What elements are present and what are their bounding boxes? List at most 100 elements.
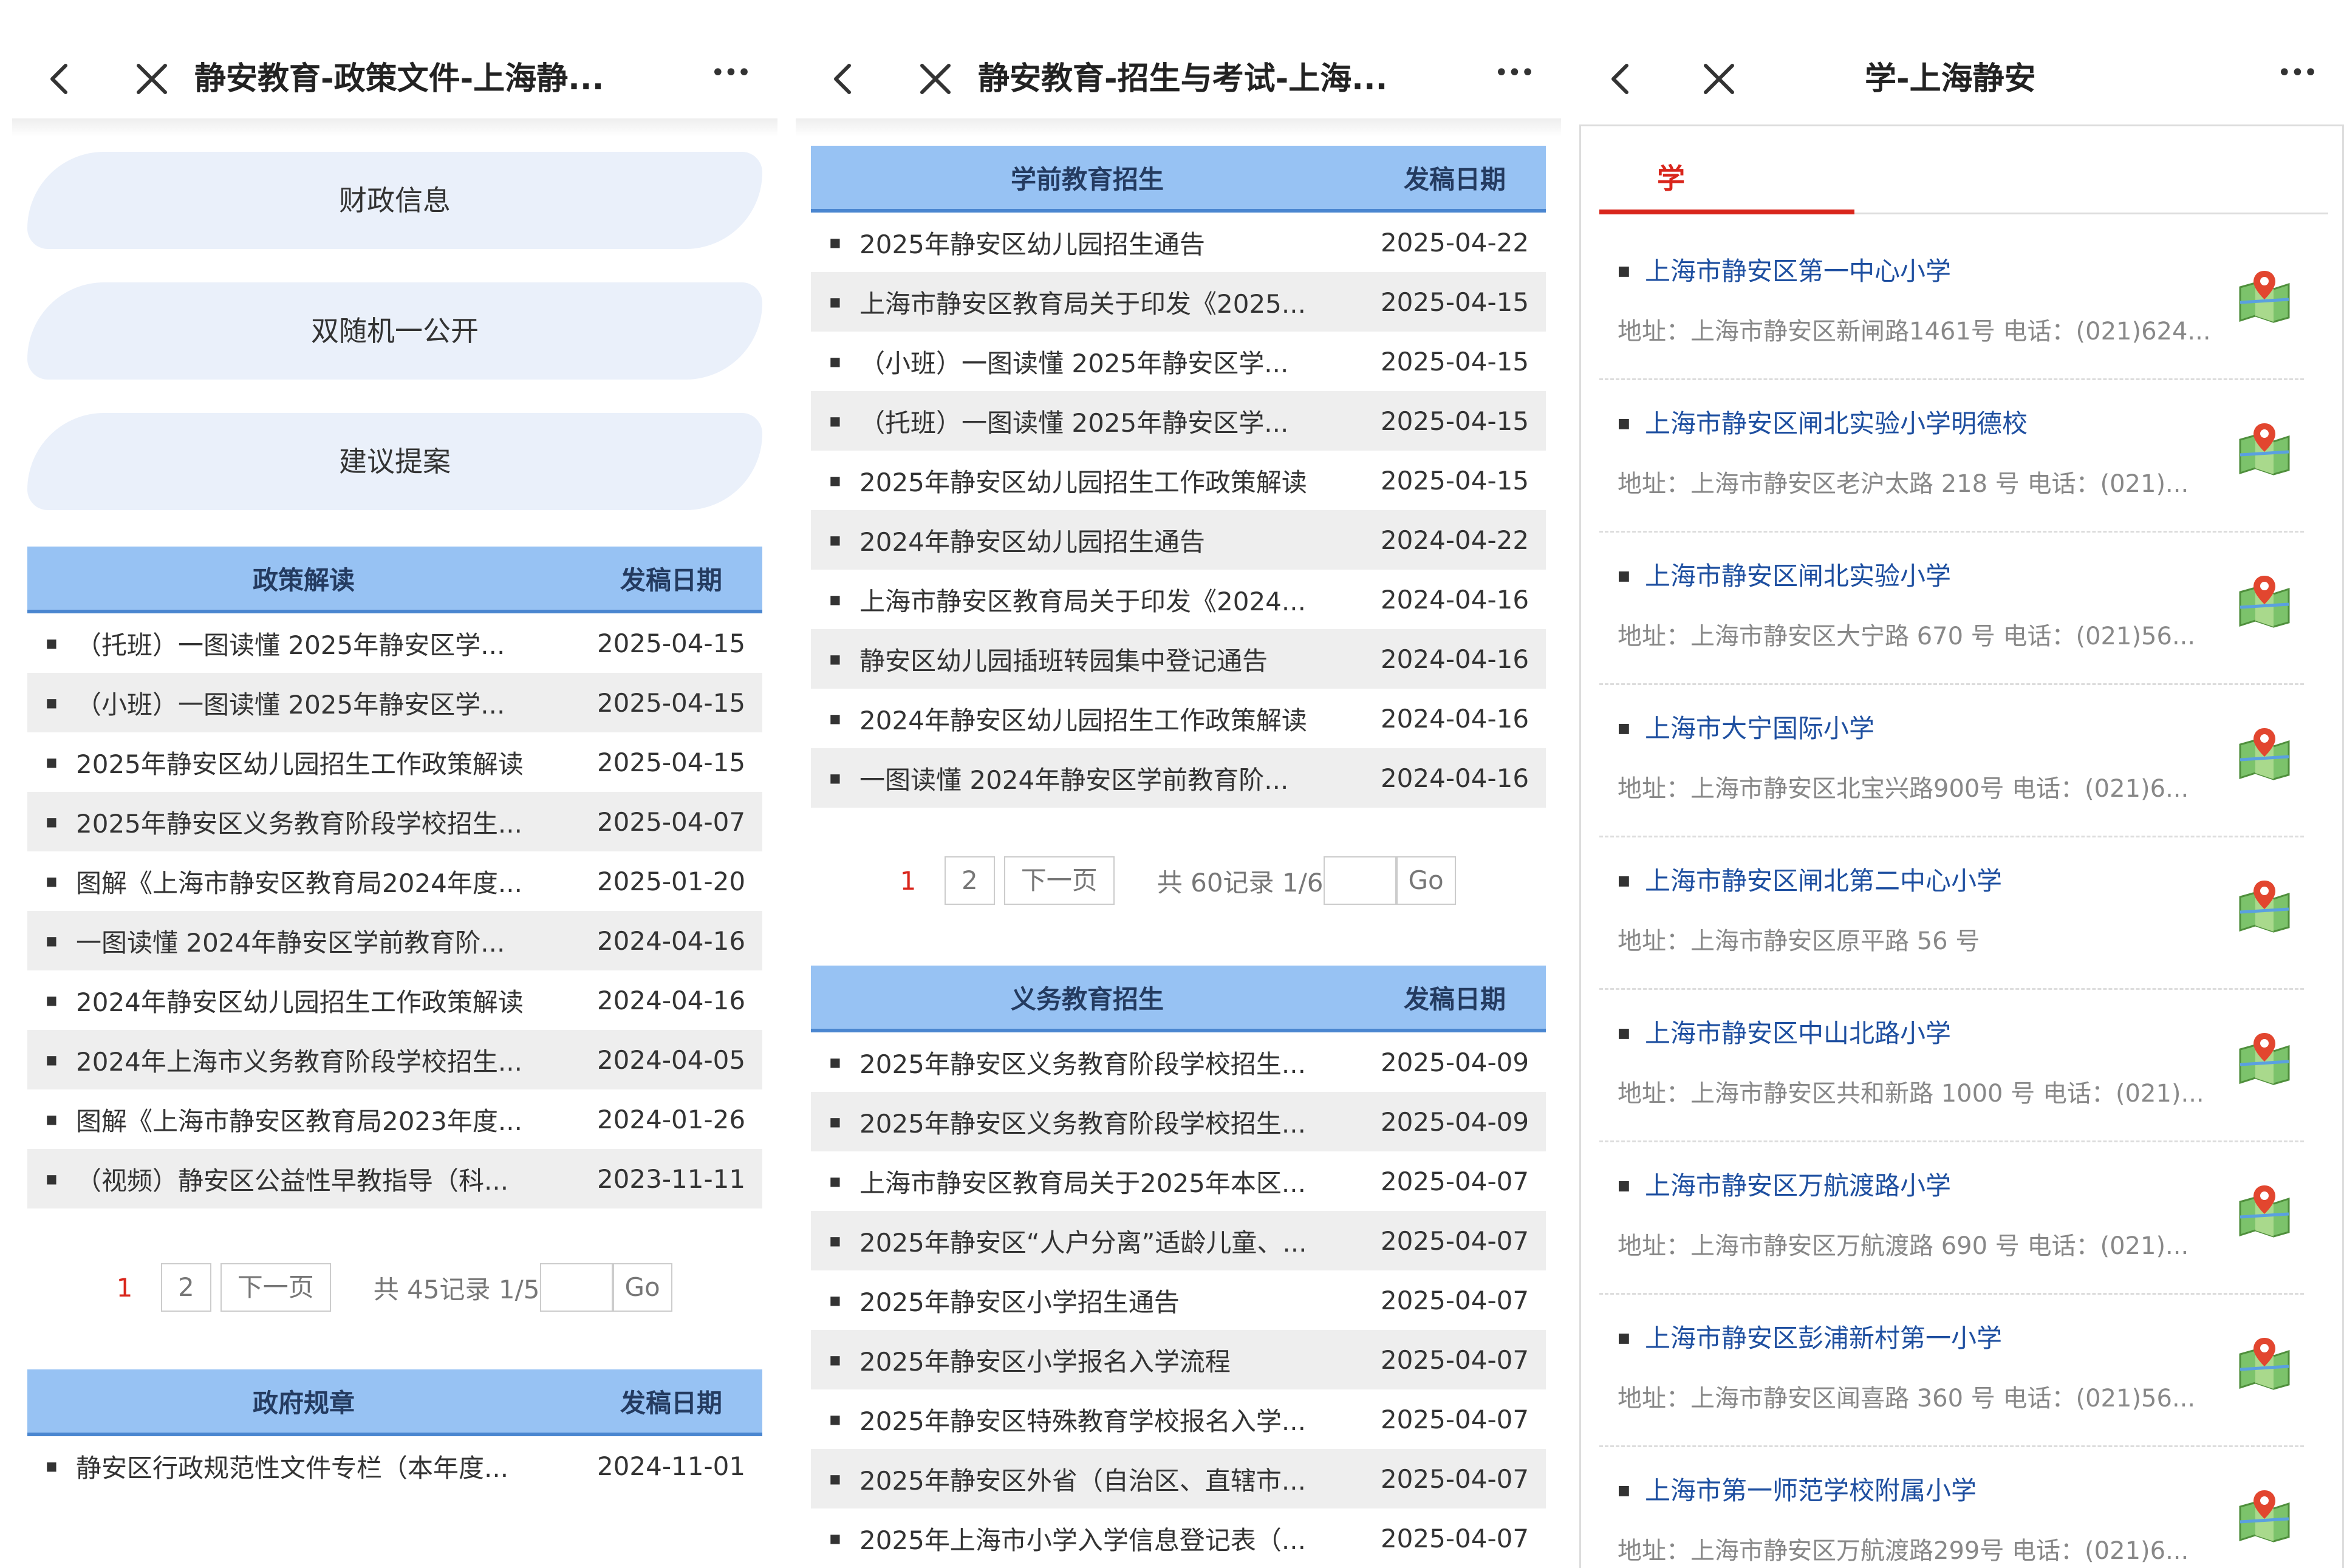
school-name[interactable]: 上海市静安区闸北实验小学明德校 bbox=[1645, 403, 2028, 440]
row-title[interactable]: 2025年静安区幼儿园招生通告 bbox=[859, 224, 1364, 261]
table-row[interactable]: ■ 2024年静安区幼儿园招生通告 2024-04-22 bbox=[811, 510, 1546, 570]
school-item[interactable]: ■ 上海市第一师范学校附属小学 地址：上海市静安区万航渡路299号 电话：(021)… bbox=[1599, 1449, 2304, 1568]
next-page-button[interactable]: 下一页 bbox=[1003, 856, 1115, 905]
map-icon[interactable] bbox=[2234, 418, 2295, 479]
row-title[interactable]: 2025年静安区小学报名入学流程 bbox=[859, 1341, 1364, 1379]
row-title[interactable]: （托班）一图读懂 2025年静安区学... bbox=[76, 625, 580, 662]
table-row[interactable]: ■ 2025年静安区幼儿园招生工作政策解读 2025-04-15 bbox=[811, 451, 1546, 510]
page-input[interactable] bbox=[539, 1263, 613, 1312]
row-title[interactable]: 上海市静安区教育局关于印发《2024... bbox=[859, 581, 1364, 618]
row-title[interactable]: 静安区幼儿园插班转园集中登记通告 bbox=[859, 641, 1364, 678]
table-row[interactable]: ■ （托班）一图读懂 2025年静安区学... 2025-04-15 bbox=[811, 391, 1546, 451]
table-row[interactable]: ■ 2025年静安区特殊教育学校报名入学... 2025-04-07 bbox=[811, 1389, 1546, 1449]
table-row[interactable]: ■ 2025年静安区义务教育阶段学校招生... 2025-04-07 bbox=[27, 792, 762, 851]
table-row[interactable]: ■ 上海市静安区教育局关于印发《2024... 2024-04-16 bbox=[811, 570, 1546, 629]
row-title[interactable]: 2025年上海市小学入学信息登记表（... bbox=[859, 1520, 1364, 1557]
school-name[interactable]: 上海市静安区闸北第二中心小学 bbox=[1645, 861, 2002, 898]
table-row[interactable]: ■ 2025年静安区外省（自治区、直辖市... 2025-04-07 bbox=[811, 1449, 1546, 1508]
map-icon[interactable] bbox=[2234, 266, 2295, 327]
row-title[interactable]: 2025年静安区义务教育阶段学校招生... bbox=[76, 803, 580, 840]
row-title[interactable]: 2024年上海市义务教育阶段学校招生... bbox=[76, 1041, 580, 1079]
table-row[interactable]: ■ 2024年静安区幼儿园招生工作政策解读 2024-04-16 bbox=[811, 689, 1546, 748]
tab-double-random[interactable]: 双随机一公开 bbox=[27, 282, 762, 380]
more-icon[interactable]: ••• bbox=[2277, 61, 2318, 97]
map-icon[interactable] bbox=[2234, 1333, 2295, 1394]
school-name[interactable]: 上海市静安区万航渡路小学 bbox=[1645, 1165, 1951, 1202]
row-title[interactable]: 上海市静安区教育局关于印发《2025... bbox=[859, 284, 1364, 321]
table-row[interactable]: ■ 2025年静安区义务教育阶段学校招生... 2025-04-09 bbox=[811, 1032, 1546, 1092]
table-row[interactable]: ■ 2025年静安区幼儿园招生工作政策解读 2025-04-15 bbox=[27, 732, 762, 792]
table-row[interactable]: ■ 静安区幼儿园插班转园集中登记通告 2024-04-16 bbox=[811, 629, 1546, 689]
row-title[interactable]: 图解《上海市静安区教育局2024年度... bbox=[76, 863, 580, 900]
row-title[interactable]: 2024年静安区幼儿园招生工作政策解读 bbox=[859, 700, 1364, 737]
row-title[interactable]: （托班）一图读懂 2025年静安区学... bbox=[859, 403, 1364, 440]
more-icon[interactable]: ••• bbox=[711, 61, 751, 97]
table-row[interactable]: ■ 2025年静安区小学报名入学流程 2025-04-07 bbox=[811, 1330, 1546, 1389]
row-title[interactable]: （小班）一图读懂 2025年静安区学... bbox=[76, 684, 580, 721]
row-title[interactable]: 2025年静安区幼儿园招生工作政策解读 bbox=[76, 744, 580, 781]
tab-suggestions[interactable]: 建议提案 bbox=[27, 413, 762, 510]
close-icon[interactable] bbox=[1695, 55, 1743, 103]
row-title[interactable]: 2025年静安区义务教育阶段学校招生... bbox=[859, 1044, 1364, 1081]
table-row[interactable]: ■ （托班）一图读懂 2025年静安区学... 2025-04-15 bbox=[27, 613, 762, 673]
school-name[interactable]: 上海市静安区第一中心小学 bbox=[1645, 251, 1951, 288]
page-input[interactable] bbox=[1323, 856, 1396, 905]
row-title[interactable]: 2025年静安区特殊教育学校报名入学... bbox=[859, 1401, 1364, 1438]
table-row[interactable]: ■ （视频）静安区公益性早教指导（科... 2023-11-11 bbox=[27, 1149, 762, 1208]
school-name[interactable]: 上海市静安区闸北实验小学 bbox=[1645, 556, 1951, 593]
table-row[interactable]: ■ 静安区行政规范性文件专栏（本年度... 2024-11-01 bbox=[27, 1436, 762, 1496]
table-row[interactable]: ■ 一图读懂 2024年静安区学前教育阶... 2024-04-16 bbox=[811, 748, 1546, 808]
close-icon[interactable] bbox=[911, 55, 960, 103]
school-item[interactable]: ■ 上海市静安区闸北实验小学明德校 地址：上海市静安区老沪太路 218 号 电话：(… bbox=[1599, 382, 2304, 533]
table-row[interactable]: ■ 图解《上海市静安区教育局2023年度... 2024-01-26 bbox=[27, 1089, 762, 1149]
table-row[interactable]: ■ 2025年静安区小学招生通告 2025-04-07 bbox=[811, 1270, 1546, 1330]
row-title[interactable]: 2025年静安区幼儿园招生工作政策解读 bbox=[859, 462, 1364, 499]
row-title[interactable]: 2024年静安区幼儿园招生工作政策解读 bbox=[76, 982, 580, 1019]
map-icon[interactable] bbox=[2234, 1485, 2295, 1546]
school-item[interactable]: ■ 上海市静安区中山北路小学 地址：上海市静安区共和新路 1000 号 电话：(02… bbox=[1599, 992, 2304, 1142]
school-name[interactable]: 上海市静安区中山北路小学 bbox=[1645, 1013, 1951, 1050]
school-name[interactable]: 上海市大宁国际小学 bbox=[1645, 708, 1874, 745]
school-item[interactable]: ■ 上海市静安区闸北第二中心小学 地址：上海市静安区原平路 56 号 bbox=[1599, 839, 2304, 990]
row-title[interactable]: 2025年静安区外省（自治区、直辖市... bbox=[859, 1461, 1364, 1498]
map-icon[interactable] bbox=[2234, 1181, 2295, 1241]
row-title[interactable]: （视频）静安区公益性早教指导（科... bbox=[76, 1161, 580, 1198]
tab-school[interactable]: 学 bbox=[1599, 145, 1854, 214]
row-title[interactable]: （小班）一图读懂 2025年静安区学... bbox=[859, 343, 1364, 380]
row-title[interactable]: 上海市静安区教育局关于2025年本区... bbox=[859, 1163, 1364, 1200]
school-item[interactable]: ■ 上海市大宁国际小学 地址：上海市静安区北宝兴路900号 电话：(021)6... bbox=[1599, 687, 2304, 837]
row-title[interactable]: 2025年静安区义务教育阶段学校招生... bbox=[859, 1103, 1364, 1140]
table-row[interactable]: ■ 图解《上海市静安区教育局2024年度... 2025-01-20 bbox=[27, 851, 762, 911]
table-row[interactable]: ■ 上海市静安区教育局关于2025年本区... 2025-04-07 bbox=[811, 1151, 1546, 1211]
page-current[interactable]: 1 bbox=[106, 1273, 143, 1303]
school-name[interactable]: 上海市第一师范学校附属小学 bbox=[1645, 1470, 1977, 1507]
next-page-button[interactable]: 下一页 bbox=[220, 1263, 331, 1312]
row-title[interactable]: 一图读懂 2024年静安区学前教育阶... bbox=[76, 922, 580, 960]
table-row[interactable]: ■ 2025年静安区“人户分离”适龄儿童、... 2025-04-07 bbox=[811, 1211, 1546, 1270]
row-title[interactable]: 静安区行政规范性文件专栏（本年度... bbox=[76, 1448, 580, 1485]
go-button[interactable]: Go bbox=[1396, 856, 1456, 905]
row-title[interactable]: 2025年静安区“人户分离”适龄儿童、... bbox=[859, 1222, 1364, 1260]
table-row[interactable]: ■ 2024年静安区幼儿园招生工作政策解读 2024-04-16 bbox=[27, 970, 762, 1030]
go-button[interactable]: Go bbox=[612, 1263, 672, 1312]
row-title[interactable]: 2024年静安区幼儿园招生通告 bbox=[859, 522, 1364, 559]
more-icon[interactable]: ••• bbox=[1494, 61, 1535, 97]
school-item[interactable]: ■ 上海市静安区万航渡路小学 地址：上海市静安区万航渡路 690 号 电话：(021… bbox=[1599, 1144, 2304, 1295]
page-current[interactable]: 1 bbox=[890, 866, 926, 896]
map-icon[interactable] bbox=[2234, 1028, 2295, 1089]
table-row[interactable]: ■ 上海市静安区教育局关于印发《2025... 2025-04-15 bbox=[811, 272, 1546, 332]
back-arrow-icon[interactable] bbox=[820, 55, 869, 103]
row-title[interactable]: 一图读懂 2024年静安区学前教育阶... bbox=[859, 760, 1364, 797]
page-2-button[interactable]: 2 bbox=[161, 1263, 211, 1312]
map-icon[interactable] bbox=[2234, 876, 2295, 936]
table-row[interactable]: ■ 2025年上海市小学入学信息登记表（... 2025-04-07 bbox=[811, 1508, 1546, 1568]
table-row[interactable]: ■ （小班）一图读懂 2025年静安区学... 2025-04-15 bbox=[811, 332, 1546, 391]
row-title[interactable]: 2025年静安区小学招生通告 bbox=[859, 1282, 1364, 1319]
close-icon[interactable] bbox=[128, 55, 176, 103]
map-icon[interactable] bbox=[2234, 571, 2295, 632]
map-icon[interactable] bbox=[2234, 723, 2295, 784]
table-row[interactable]: ■ （小班）一图读懂 2025年静安区学... 2025-04-15 bbox=[27, 673, 762, 732]
table-row[interactable]: ■ 2024年上海市义务教育阶段学校招生... 2024-04-05 bbox=[27, 1030, 762, 1089]
table-row[interactable]: ■ 2025年静安区义务教育阶段学校招生... 2025-04-09 bbox=[811, 1092, 1546, 1151]
tab-finance-info[interactable]: 财政信息 bbox=[27, 152, 762, 249]
